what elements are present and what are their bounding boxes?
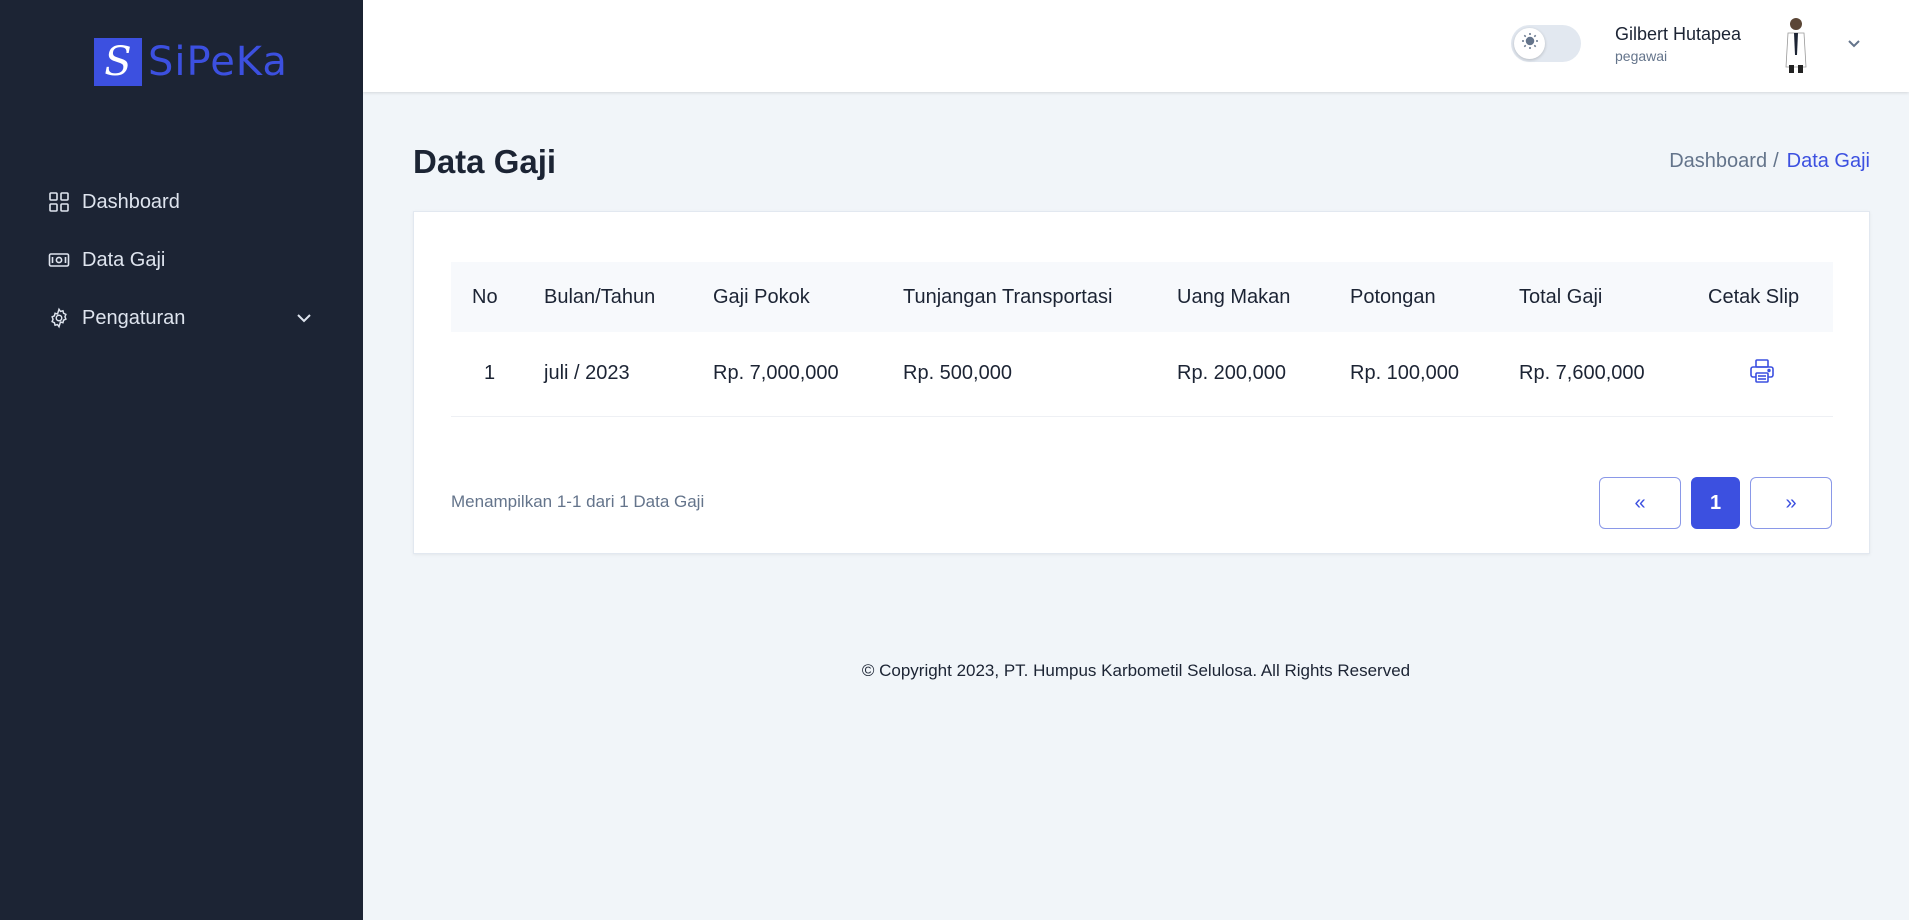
column-header-tunjangan: Tunjangan Transportasi	[903, 285, 1113, 308]
breadcrumb-current: Data Gaji	[1786, 150, 1870, 172]
breadcrumb-separator: /	[1773, 150, 1779, 172]
cell-cetak-slip	[1708, 332, 1833, 417]
cell-bulan-tahun: juli / 2023	[544, 332, 713, 417]
cell-uang-makan: Rp. 200,000	[1177, 332, 1350, 417]
logo-mark: S	[94, 38, 142, 86]
cell-potongan: Rp. 100,000	[1350, 332, 1519, 417]
column-header-total-gaji: Total Gaji	[1519, 285, 1603, 308]
page-1-button[interactable]: 1	[1691, 477, 1740, 529]
sidebar-item-dashboard[interactable]: Dashboard	[40, 173, 323, 231]
column-header-gaji-pokok: Gaji Pokok	[713, 285, 810, 308]
salary-table: No Bulan/Tahun Gaji Pokok Tunjangan Tran…	[451, 262, 1833, 417]
sidebar-item-label: Data Gaji	[82, 248, 166, 271]
sidebar-item-label: Dashboard	[82, 190, 180, 213]
breadcrumb-parent[interactable]: Dashboard	[1669, 150, 1767, 172]
pagination-summary: Menampilkan 1-1 dari 1 Data Gaji	[451, 492, 705, 511]
dashboard-icon	[48, 191, 70, 213]
sidebar-item-pengaturan[interactable]: Pengaturan	[40, 289, 323, 347]
sidebar: S SiPeKa Dashboard Data Gaji Pengaturan	[0, 0, 363, 920]
cell-gaji-pokok: Rp. 7,000,000	[713, 332, 903, 417]
toggle-knob	[1514, 28, 1545, 59]
chevron-down-icon[interactable]	[1845, 34, 1863, 52]
breadcrumb: Dashboard / Data Gaji	[1669, 150, 1870, 173]
cell-no: 1	[451, 332, 544, 417]
sun-icon	[1521, 32, 1539, 55]
sidebar-nav: Dashboard Data Gaji Pengaturan	[40, 173, 323, 347]
avatar[interactable]	[1773, 15, 1819, 73]
column-header-uang-makan: Uang Makan	[1177, 285, 1291, 308]
app-logo[interactable]: S SiPeKa	[94, 38, 288, 86]
column-header-potongan: Potongan	[1350, 285, 1436, 308]
cell-tunjangan: Rp. 500,000	[903, 332, 1177, 417]
column-header-no: No	[472, 285, 498, 308]
prev-page-button[interactable]: «	[1599, 477, 1681, 529]
page-title: Data Gaji	[413, 143, 557, 180]
money-icon	[48, 249, 70, 271]
theme-toggle[interactable]	[1511, 25, 1581, 62]
sidebar-item-data-gaji[interactable]: Data Gaji	[40, 231, 323, 289]
printer-icon[interactable]	[1748, 357, 1776, 385]
gear-icon	[48, 307, 70, 329]
logo-text: SiPeKa	[148, 39, 288, 85]
footer-copyright: © Copyright 2023, PT. Humpus Karbometil …	[861, 661, 1411, 680]
user-role: pegawai	[1615, 48, 1668, 64]
next-page-button[interactable]: »	[1750, 477, 1832, 529]
top-header: Gilbert Hutapea pegawai	[363, 0, 1909, 92]
table-row: 1 juli / 2023 Rp. 7,000,000 Rp. 500,000 …	[451, 332, 1833, 417]
chevron-down-icon[interactable]	[295, 309, 313, 327]
sidebar-item-label: Pengaturan	[82, 306, 186, 329]
table-header-row: No Bulan/Tahun Gaji Pokok Tunjangan Tran…	[451, 262, 1833, 332]
column-header-cetak-slip: Cetak Slip	[1708, 285, 1800, 308]
column-header-bulan-tahun: Bulan/Tahun	[544, 285, 656, 308]
cell-total-gaji: Rp. 7,600,000	[1519, 332, 1708, 417]
user-name[interactable]: Gilbert Hutapea	[1615, 24, 1741, 45]
salary-card: No Bulan/Tahun Gaji Pokok Tunjangan Tran…	[413, 211, 1870, 554]
pagination: « 1 »	[1599, 477, 1832, 529]
